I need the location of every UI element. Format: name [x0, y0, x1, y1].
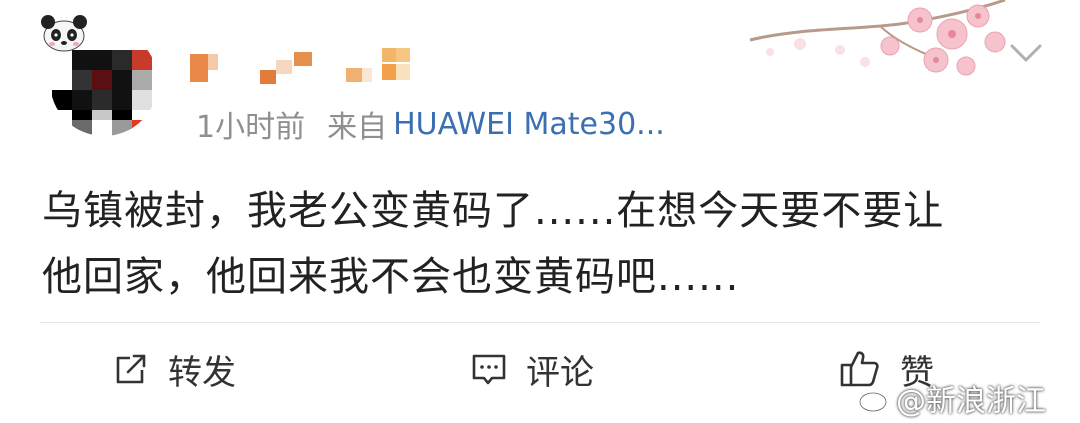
comment-label: 评论 — [526, 352, 594, 393]
repost-button[interactable]: 转发 — [112, 344, 236, 394]
chevron-down-icon[interactable] — [1006, 36, 1046, 72]
post-content: 乌镇被封，我老公变黄码了......在想今天要不要让 他回家，他回来我不会也变黄… — [42, 178, 1042, 310]
post-content-line: 他回家，他回来我不会也变黄码吧...... — [42, 254, 740, 300]
comment-icon — [472, 354, 506, 385]
comment-button[interactable]: 评论 — [470, 344, 594, 394]
weibo-logo-icon — [858, 386, 891, 413]
username-mosaic[interactable] — [190, 46, 420, 86]
post-device-link[interactable]: HUAWEI Mate30... — [393, 107, 665, 142]
weibo-post: 1小时前 来自 HUAWEI Mate30... 乌镇被封，我老公变黄码了...… — [0, 0, 1080, 423]
panda-icon — [41, 15, 87, 52]
post-meta: 1小时前 来自 HUAWEI Mate30... — [196, 104, 665, 146]
cherry-blossom-icon — [749, 0, 1006, 76]
repost-icon — [116, 354, 146, 384]
watermark: @新浪浙江 — [858, 378, 1046, 419]
divider — [40, 322, 1040, 323]
post-content-line: 乌镇被封，我老公变黄码了......在想今天要不要让 — [42, 188, 945, 234]
watermark-text: @新浪浙江 — [896, 384, 1046, 419]
post-source-label: 来自 — [327, 110, 388, 145]
repost-label: 转发 — [168, 352, 236, 393]
post-time: 1小时前 — [196, 110, 306, 145]
